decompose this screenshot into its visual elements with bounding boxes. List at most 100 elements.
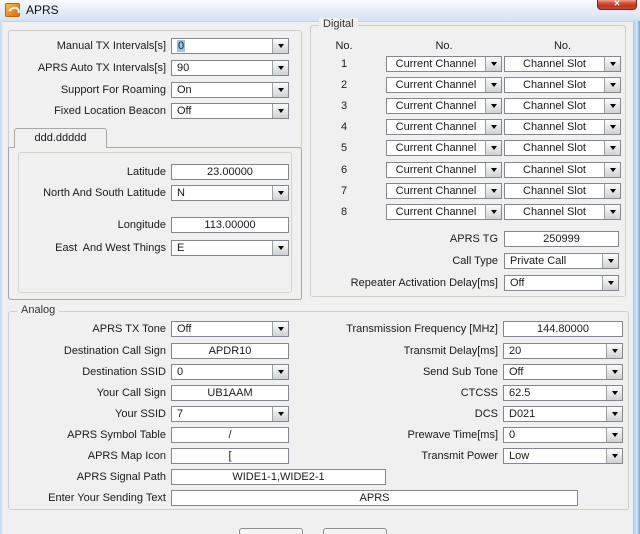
dcs-combo[interactable]: D021	[503, 406, 623, 422]
digital-row-number: 2	[321, 77, 367, 93]
fixed-location-beacon-combo[interactable]: Off	[171, 103, 289, 119]
chevron-down-icon[interactable]	[604, 141, 620, 155]
fixed-location-beacon-value: Off	[172, 104, 272, 118]
chevron-down-icon[interactable]	[606, 344, 622, 358]
chevron-down-icon[interactable]	[604, 184, 620, 198]
digital-channel-combo-8[interactable]: Current Channel	[386, 204, 502, 220]
aprs-symbol-table-label: APRS Symbol Table	[9, 427, 166, 443]
digital-groupbox: Digital No. No. No. 1 Current Channel Ch…	[310, 25, 626, 297]
chevron-down-icon[interactable]	[485, 120, 501, 134]
chevron-down-icon[interactable]	[604, 57, 620, 71]
chevron-down-icon[interactable]	[272, 39, 288, 53]
chevron-down-icon[interactable]	[272, 61, 288, 75]
digital-group-title: Digital	[319, 18, 358, 30]
north-south-value: N	[172, 186, 272, 200]
chevron-down-icon[interactable]	[604, 99, 620, 113]
transmit-delay-value: 20	[504, 344, 606, 358]
send-sub-tone-label: Send Sub Tone	[209, 364, 498, 380]
digital-slot-combo-5[interactable]: Channel Slot	[504, 140, 621, 156]
chevron-down-icon[interactable]	[606, 386, 622, 400]
support-roaming-combo[interactable]: On	[171, 82, 289, 98]
chevron-down-icon[interactable]	[485, 205, 501, 219]
latitude-field[interactable]: 23.00000	[171, 164, 289, 180]
digital-channel-combo-5[interactable]: Current Channel	[386, 140, 502, 156]
chevron-down-icon[interactable]	[606, 407, 622, 421]
call-type-value: Private Call	[505, 254, 602, 268]
prewave-time-combo[interactable]: 0	[503, 427, 623, 443]
chevron-down-icon[interactable]	[604, 205, 620, 219]
chevron-down-icon[interactable]	[602, 254, 618, 268]
digital-slot-combo-3[interactable]: Channel Slot	[504, 98, 621, 114]
chevron-down-icon[interactable]	[602, 276, 618, 290]
digital-slot-combo-2[interactable]: Channel Slot	[504, 77, 621, 93]
chevron-down-icon[interactable]	[485, 78, 501, 92]
sending-text-field[interactable]: APRS	[171, 490, 578, 506]
aprs-signal-path-field[interactable]: WIDE1-1,WIDE2-1	[171, 469, 386, 485]
chevron-down-icon[interactable]	[272, 241, 288, 255]
footer-button-1[interactable]	[239, 528, 303, 534]
call-type-label: Call Type	[311, 253, 498, 269]
tab-ddd-ddddd[interactable]: ddd.ddddd	[14, 128, 107, 148]
ctcss-combo[interactable]: 62.5	[503, 385, 623, 401]
digital-slot-combo-8[interactable]: Channel Slot	[504, 204, 621, 220]
digital-slot-combo-1[interactable]: Channel Slot	[504, 56, 621, 72]
digital-channel-combo-2[interactable]: Current Channel	[386, 77, 502, 93]
digital-slot-combo-7[interactable]: Channel Slot	[504, 183, 621, 199]
digital-row-number: 8	[321, 204, 367, 220]
longitude-field[interactable]: 113.00000	[171, 217, 289, 233]
digital-slot-combo-4[interactable]: Channel Slot	[504, 119, 621, 135]
transmit-delay-label: Transmit Delay[ms]	[209, 343, 498, 359]
chevron-down-icon[interactable]	[485, 99, 501, 113]
chevron-down-icon[interactable]	[485, 57, 501, 71]
close-button[interactable]: ✕	[597, 0, 637, 10]
close-icon: ✕	[614, 0, 621, 8]
digital-channel-combo-4[interactable]: Current Channel	[386, 119, 502, 135]
digital-channel-combo-7[interactable]: Current Channel	[386, 183, 502, 199]
digital-row-number: 1	[321, 56, 367, 72]
chevron-down-icon[interactable]	[604, 78, 620, 92]
analog-group-title: Analog	[17, 304, 59, 316]
auto-tx-intervals-value: 90	[172, 61, 272, 75]
chevron-down-icon[interactable]	[604, 120, 620, 134]
aprs-tx-tone-label: APRS TX Tone	[9, 321, 166, 337]
destination-callsign-label: Destination Call Sign	[9, 343, 166, 359]
window-border-left	[0, 21, 3, 534]
tx-frequency-field[interactable]: 144.80000	[503, 321, 623, 337]
chevron-down-icon[interactable]	[485, 184, 501, 198]
manual-tx-intervals-value: 0	[177, 40, 185, 52]
digital-channel-combo-6[interactable]: Current Channel	[386, 162, 502, 178]
transmit-delay-combo[interactable]: 20	[503, 343, 623, 359]
digital-row-number: 5	[321, 140, 367, 156]
digital-header-channel: No.	[386, 38, 502, 54]
send-sub-tone-combo[interactable]: Off	[503, 364, 623, 380]
chevron-down-icon[interactable]	[604, 163, 620, 177]
digital-row-number: 3	[321, 98, 367, 114]
auto-tx-intervals-combo[interactable]: 90	[171, 60, 289, 76]
call-type-combo[interactable]: Private Call	[504, 253, 619, 269]
chevron-down-icon[interactable]	[272, 83, 288, 97]
your-callsign-label: Your Call Sign	[9, 385, 166, 401]
chevron-down-icon[interactable]	[272, 186, 288, 200]
fixed-location-beacon-label: Fixed Location Beacon	[9, 103, 166, 119]
tx-frequency-label: Transmission Frequency [MHz]	[209, 321, 498, 337]
digital-channel-combo-1[interactable]: Current Channel	[386, 56, 502, 72]
manual-tx-intervals-combo[interactable]: 0	[171, 38, 289, 54]
chevron-down-icon[interactable]	[606, 428, 622, 442]
chevron-down-icon[interactable]	[272, 104, 288, 118]
footer-button-2[interactable]	[323, 528, 387, 534]
transmit-power-combo[interactable]: Low	[503, 448, 623, 464]
chevron-down-icon[interactable]	[485, 141, 501, 155]
digital-slot-combo-6[interactable]: Channel Slot	[504, 162, 621, 178]
aprs-tg-field[interactable]: 250999	[504, 231, 619, 247]
north-south-combo[interactable]: N	[171, 185, 289, 201]
auto-tx-intervals-label: APRS Auto TX Intervals[s]	[9, 60, 166, 76]
repeater-delay-combo[interactable]: Off	[504, 275, 619, 291]
window-border-right	[633, 21, 640, 534]
digital-channel-combo-3[interactable]: Current Channel	[386, 98, 502, 114]
digital-header-no: No.	[321, 38, 367, 54]
manual-tx-intervals-label: Manual TX Intervals[s]	[9, 38, 166, 54]
chevron-down-icon[interactable]	[485, 163, 501, 177]
chevron-down-icon[interactable]	[606, 365, 622, 379]
chevron-down-icon[interactable]	[606, 449, 622, 463]
east-west-combo[interactable]: E	[171, 240, 289, 256]
